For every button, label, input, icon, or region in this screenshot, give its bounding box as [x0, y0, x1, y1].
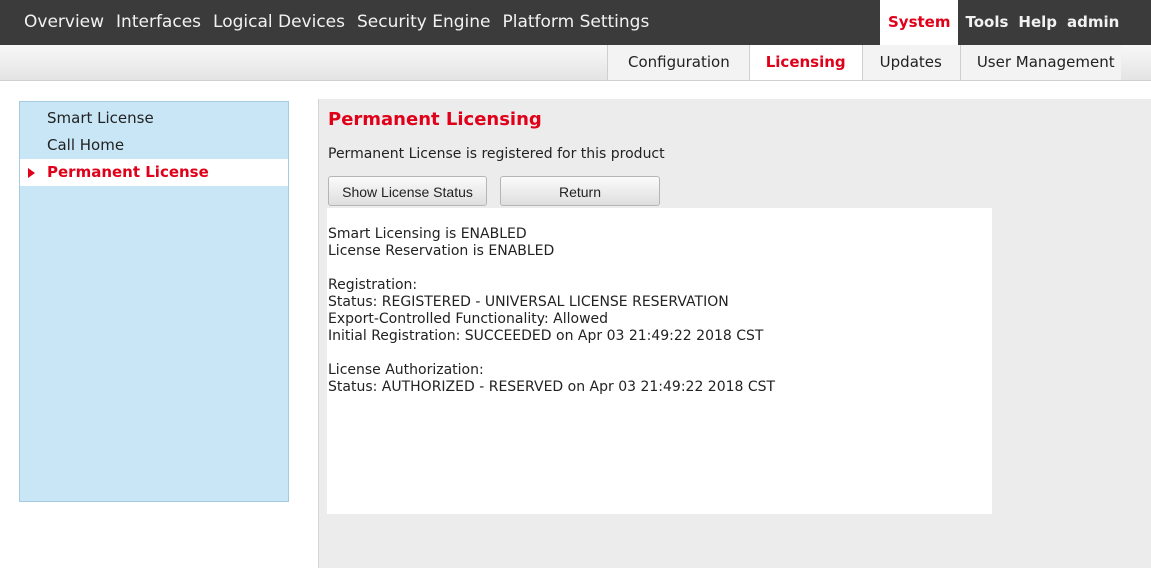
sidebar-item-label: Permanent License [47, 163, 209, 181]
status-line: Status: AUTHORIZED - RESERVED on Apr 03 … [328, 379, 776, 395]
show-license-status-button[interactable]: Show License Status [328, 176, 487, 206]
page-title: Permanent Licensing [328, 109, 542, 130]
nav-security-engine[interactable]: Security Engine [351, 0, 496, 45]
active-arrow-icon [28, 168, 35, 178]
status-text: Smart Licensing is ENABLED License Reser… [328, 226, 775, 396]
status-line: License Reservation is ENABLED [328, 243, 555, 259]
status-line: Status: REGISTERED - UNIVERSAL LICENSE R… [328, 294, 729, 310]
nav-help[interactable]: Help [1013, 0, 1062, 45]
sidebar-item-call-home[interactable]: Call Home [20, 132, 288, 159]
nav-platform-settings[interactable]: Platform Settings [496, 0, 655, 45]
registration-message: Permanent License is registered for this… [328, 146, 665, 162]
nav-overview[interactable]: Overview [0, 0, 110, 45]
nav-interfaces[interactable]: Interfaces [110, 0, 207, 45]
nav-system[interactable]: System [880, 0, 959, 45]
tab-configuration[interactable]: Configuration [607, 45, 749, 80]
licensing-sidebar: Smart License Call Home Permanent Licens… [19, 101, 289, 502]
content-panel: Permanent Licensing Permanent License is… [318, 99, 1151, 568]
status-line: Initial Registration: SUCCEEDED on Apr 0… [328, 328, 764, 344]
status-line: Export-Controlled Functionality: Allowed [328, 311, 609, 327]
tab-updates[interactable]: Updates [861, 45, 960, 80]
sidebar-item-smart-license[interactable]: Smart License [20, 105, 288, 132]
status-line: Registration: [328, 277, 418, 293]
nav-tools[interactable]: Tools [960, 0, 1013, 45]
system-subtabs: Configuration Licensing Updates User Man… [607, 45, 1121, 80]
top-navigation-bar: Overview Interfaces Logical Devices Secu… [0, 0, 1151, 45]
status-line [328, 260, 775, 277]
tab-user-management[interactable]: User Management [959, 45, 1121, 80]
license-status-output: Smart Licensing is ENABLED License Reser… [327, 208, 992, 514]
nav-logical-devices[interactable]: Logical Devices [207, 0, 351, 45]
main-nav: Overview Interfaces Logical Devices Secu… [0, 0, 655, 45]
tab-licensing[interactable]: Licensing [748, 45, 862, 80]
status-line: License Authorization: [328, 362, 484, 378]
utility-nav: System Tools Help admin [880, 0, 1124, 45]
status-line [328, 345, 775, 362]
sub-navigation-bar: Configuration Licensing Updates User Man… [0, 45, 1151, 81]
nav-admin-user[interactable]: admin [1062, 0, 1124, 45]
return-button[interactable]: Return [500, 176, 660, 206]
sidebar-item-permanent-license[interactable]: Permanent License [20, 159, 288, 186]
status-line: Smart Licensing is ENABLED [328, 226, 527, 242]
